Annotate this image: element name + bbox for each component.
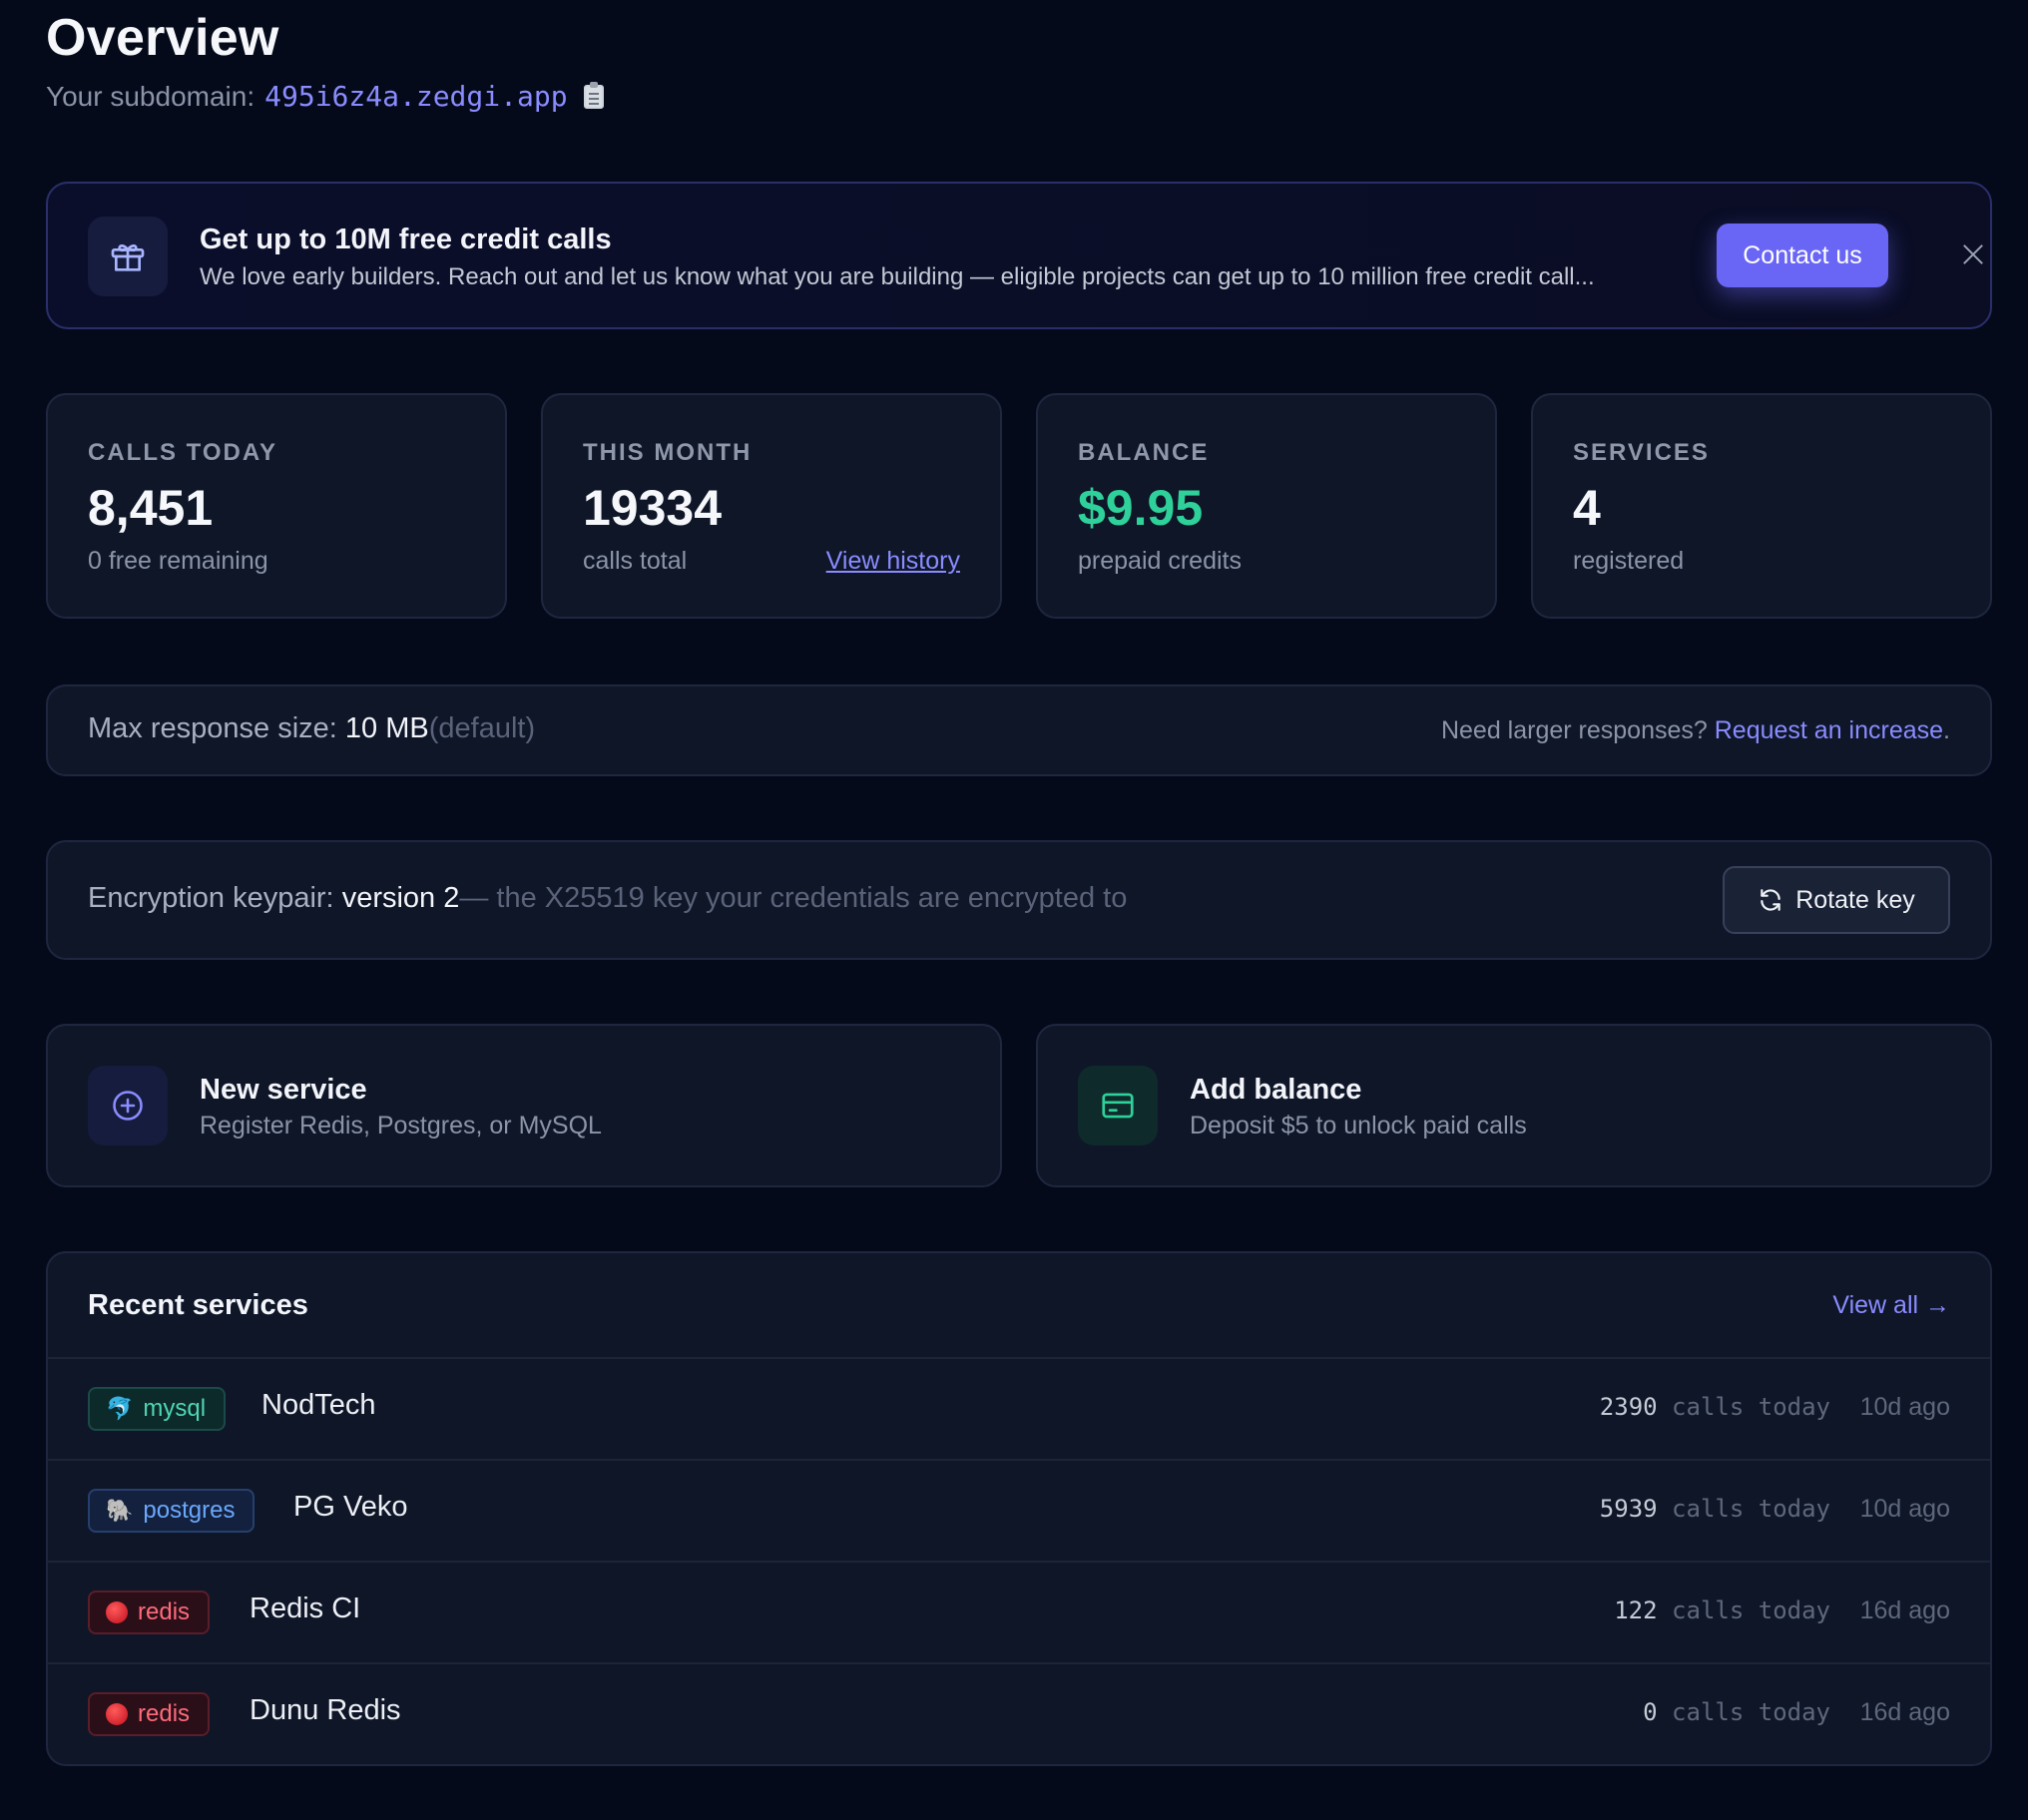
service-calls: 5939 calls today	[1600, 1495, 1830, 1523]
stat-sub: prepaid credits	[1078, 547, 1242, 575]
service-name: Dunu Redis	[250, 1694, 401, 1726]
add-balance-card[interactable]: Add balance Deposit $5 to unlock paid ca…	[1036, 1024, 1992, 1187]
service-row-dunu-redis[interactable]: redis Dunu Redis 0 calls today 16d ago	[48, 1662, 1990, 1764]
stat-label: SERVICES	[1573, 439, 1710, 466]
stat-sub: registered	[1573, 547, 1685, 575]
keypair-label: Encryption keypair:	[88, 882, 334, 914]
larger-responses-text: Need larger responses?	[1440, 716, 1708, 744]
response-size-note: (default)	[428, 712, 536, 744]
rotate-key-label: Rotate key	[1795, 885, 1915, 914]
service-calls-count: 5939	[1599, 1495, 1658, 1523]
service-age: 10d ago	[1859, 1393, 1950, 1421]
response-size-label: Max response size:	[88, 712, 337, 744]
promo-banner: Get up to 10M free credit calls We love …	[46, 182, 1992, 329]
keypair-info: Encryption keypair: version 2— the X2551…	[88, 882, 1127, 915]
subdomain-label: Your subdomain:	[46, 80, 255, 112]
response-size-request: Need larger responses? Request an increa…	[1441, 716, 1950, 745]
service-row-nodtech[interactable]: 🐬 mysql NodTech 2390 calls today 10d ago	[48, 1357, 1990, 1459]
service-calls-count: 2390	[1599, 1393, 1658, 1421]
promo-text: We love early builders. Reach out and le…	[200, 263, 1595, 290]
promo-title: Get up to 10M free credit calls	[200, 224, 612, 255]
service-name: PG Veko	[293, 1491, 408, 1523]
add-balance-sub: Deposit $5 to unlock paid calls	[1190, 1112, 1527, 1139]
service-calls: 122 calls today	[1614, 1596, 1830, 1624]
recent-services-panel: Recent services View all → 🐬 mysql NodTe…	[46, 1251, 1992, 1766]
clipboard-copy-icon[interactable]	[583, 81, 604, 109]
credit-card-icon	[1078, 1066, 1158, 1145]
plus-circle-icon	[88, 1066, 168, 1145]
keypair-version: version 2	[341, 882, 460, 914]
service-age: 10d ago	[1859, 1495, 1950, 1523]
dolphin-icon: 🐬	[106, 1396, 134, 1421]
new-service-title: New service	[200, 1074, 367, 1106]
service-calls-count: 0	[1643, 1698, 1658, 1726]
stat-label: CALLS TODAY	[88, 439, 278, 466]
keypair-note: — the X25519 key your credentials are en…	[459, 882, 1128, 914]
view-history-link[interactable]: View history	[826, 547, 960, 576]
stat-value: 4	[1573, 480, 1601, 536]
rotate-key-button[interactable]: Rotate key	[1723, 866, 1950, 934]
service-type-tag: 🐬 mysql	[88, 1387, 227, 1431]
subdomain-value[interactable]: 495i6z4a.zedgi.app	[264, 80, 567, 113]
service-row-redis-ci[interactable]: redis Redis CI 122 calls today 16d ago	[48, 1561, 1990, 1662]
response-size-value: 10 MB	[344, 712, 429, 744]
refresh-icon	[1761, 889, 1780, 911]
stat-card-services: SERVICES 4 registered	[1531, 393, 1992, 619]
contact-us-button[interactable]: Contact us	[1717, 224, 1888, 287]
service-type-label: postgres	[143, 1497, 236, 1524]
overview-page: Overview Your subdomain: 495i6z4a.zedgi.…	[0, 0, 2028, 1820]
response-size-bar: Max response size: 10 MB(default) Need l…	[46, 684, 1992, 776]
stat-value: $9.95	[1078, 480, 1204, 536]
service-name: NodTech	[261, 1389, 376, 1421]
add-balance-title: Add balance	[1190, 1074, 1362, 1106]
red-circle-icon	[106, 1703, 128, 1725]
stat-label: THIS MONTH	[583, 439, 753, 466]
page-title: Overview	[46, 9, 279, 67]
service-age: 16d ago	[1859, 1596, 1950, 1624]
service-name: Redis CI	[250, 1592, 361, 1624]
service-row-pg-veko[interactable]: 🐘 postgres PG Veko 5939 calls today 10d …	[48, 1459, 1990, 1561]
gift-icon	[88, 217, 168, 296]
service-type-label: mysql	[143, 1395, 207, 1422]
stat-card-calls-today: CALLS TODAY 8,451 0 free remaining	[46, 393, 507, 619]
stat-card-balance: BALANCE $9.95 prepaid credits	[1036, 393, 1497, 619]
service-calls-suffix: calls today	[1672, 1596, 1830, 1624]
response-size-info: Max response size: 10 MB(default)	[88, 712, 535, 745]
service-type-label: redis	[138, 1598, 191, 1625]
service-calls: 0 calls today	[1643, 1698, 1830, 1726]
encryption-keypair-bar: Encryption keypair: version 2— the X2551…	[46, 840, 1992, 960]
service-calls-count: 122	[1614, 1596, 1658, 1624]
stat-card-this-month: THIS MONTH 19334 calls total View histor…	[541, 393, 1002, 619]
service-type-tag: redis	[88, 1692, 211, 1736]
elephant-icon: 🐘	[106, 1498, 134, 1523]
service-calls-suffix: calls today	[1672, 1698, 1830, 1726]
service-age: 16d ago	[1859, 1698, 1950, 1726]
service-calls-suffix: calls today	[1672, 1393, 1830, 1421]
new-service-card[interactable]: New service Register Redis, Postgres, or…	[46, 1024, 1002, 1187]
recent-services-title: Recent services	[88, 1289, 308, 1321]
request-increase-link[interactable]: Request an increase	[1715, 716, 1943, 744]
subdomain-row: Your subdomain: 495i6z4a.zedgi.app	[46, 80, 604, 113]
stat-sub: 0 free remaining	[88, 547, 268, 575]
services-list: 🐬 mysql NodTech 2390 calls today 10d ago…	[48, 1357, 1990, 1764]
service-type-label: redis	[138, 1700, 191, 1727]
close-icon[interactable]	[1958, 239, 1988, 269]
request-increase-period: .	[1943, 716, 1950, 744]
service-calls-suffix: calls today	[1672, 1495, 1830, 1523]
view-all-link[interactable]: View all →	[1832, 1291, 1950, 1320]
service-type-tag: 🐘 postgres	[88, 1489, 255, 1533]
new-service-sub: Register Redis, Postgres, or MySQL	[200, 1112, 602, 1139]
service-type-tag: redis	[88, 1591, 211, 1634]
red-circle-icon	[106, 1601, 128, 1623]
service-calls: 2390 calls today	[1600, 1393, 1830, 1421]
stat-label: BALANCE	[1078, 439, 1210, 466]
stat-value: 8,451	[88, 480, 214, 536]
stat-sub: calls total	[583, 547, 688, 575]
stat-value: 19334	[583, 480, 723, 536]
